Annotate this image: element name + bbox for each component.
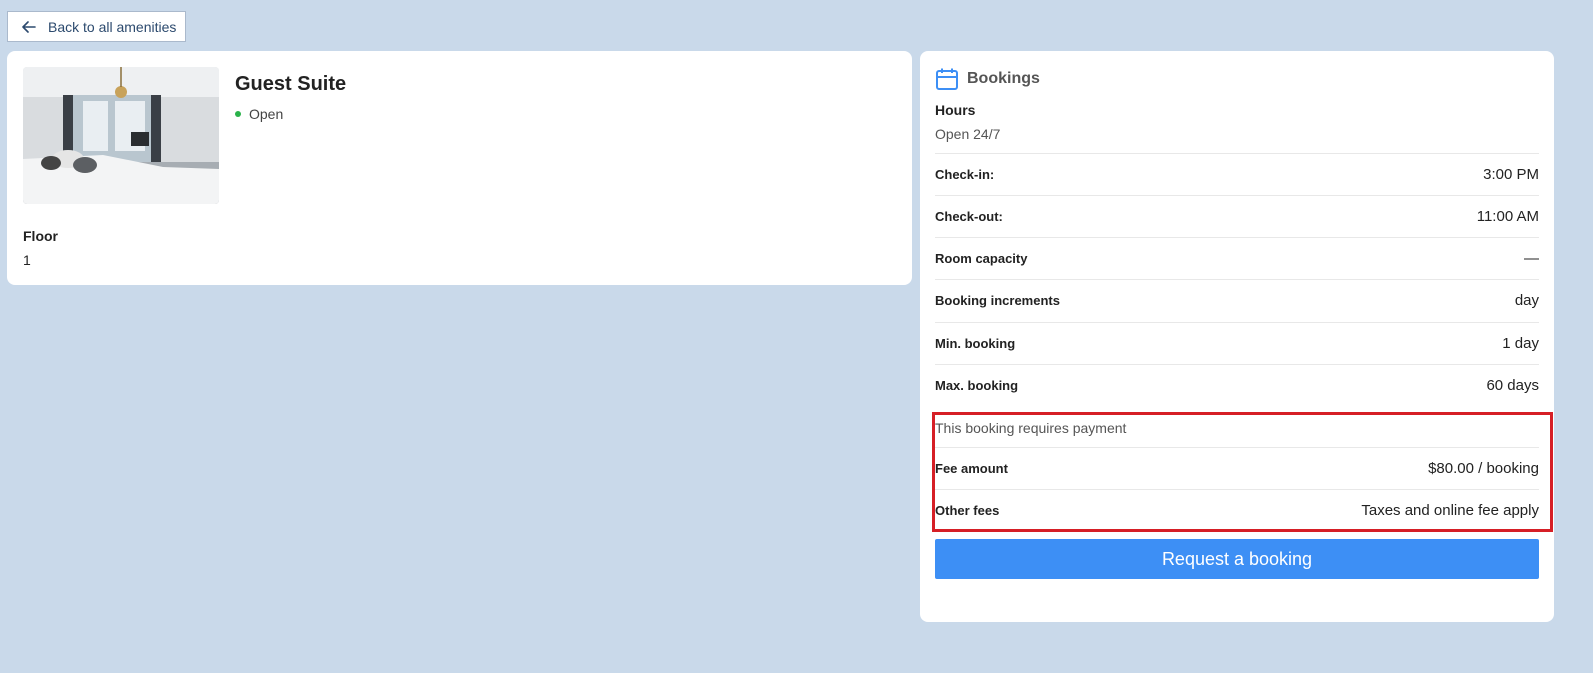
request-booking-button[interactable]: Request a booking bbox=[935, 539, 1539, 579]
status-label: Open bbox=[249, 106, 284, 122]
check-in-row: Check-in: 3:00 PM bbox=[935, 153, 1539, 195]
row-value: day bbox=[1514, 292, 1539, 309]
row-value: 1 day bbox=[1502, 335, 1539, 352]
max-booking-row: Max. booking 60 days bbox=[935, 364, 1539, 406]
hours-label: Hours bbox=[935, 102, 976, 118]
row-value: 60 days bbox=[1486, 377, 1539, 394]
fee-amount-row: Fee amount $80.00 / booking bbox=[935, 447, 1539, 489]
back-button-label: Back to all amenities bbox=[48, 18, 177, 35]
bookings-card: Bookings Hours Open 24/7 Check-in: 3:00 … bbox=[920, 51, 1554, 622]
back-to-amenities-button[interactable]: Back to all amenities bbox=[7, 11, 186, 42]
booking-increments-row: Booking increments day bbox=[935, 279, 1539, 321]
room-capacity-row: Room capacity — bbox=[935, 237, 1539, 279]
row-label: Fee amount bbox=[935, 461, 1008, 476]
row-label: Booking increments bbox=[935, 293, 1060, 308]
row-label: Check-out: bbox=[935, 209, 1003, 224]
check-out-row: Check-out: 11:00 AM bbox=[935, 195, 1539, 237]
row-value: Taxes and online fee apply bbox=[1361, 502, 1539, 519]
row-label: Max. booking bbox=[935, 378, 1019, 393]
other-fees-row: Other fees Taxes and online fee apply bbox=[935, 489, 1539, 531]
row-label: Room capacity bbox=[935, 251, 1028, 266]
amenity-photo bbox=[23, 67, 219, 204]
bookings-header: Bookings bbox=[935, 67, 1040, 91]
arrow-left-icon bbox=[22, 19, 40, 35]
row-value: — bbox=[1524, 250, 1539, 267]
row-label: Other fees bbox=[935, 503, 1000, 518]
row-value: 3:00 PM bbox=[1483, 166, 1539, 183]
row-value: 11:00 AM bbox=[1476, 208, 1539, 225]
payment-note: This booking requires payment bbox=[935, 420, 1127, 436]
row-label: Check-in: bbox=[935, 167, 995, 182]
min-booking-row: Min. booking 1 day bbox=[935, 322, 1539, 364]
bookings-heading: Bookings bbox=[967, 70, 1040, 87]
calendar-icon bbox=[935, 67, 959, 91]
status-dot-icon bbox=[235, 111, 241, 117]
amenity-title: Guest Suite bbox=[235, 73, 347, 95]
amenity-status: Open bbox=[235, 106, 283, 122]
floor-label: Floor bbox=[23, 228, 58, 244]
hours-value: Open 24/7 bbox=[935, 126, 1001, 142]
row-value: $80.00 / booking bbox=[1428, 460, 1539, 477]
floor-value: 1 bbox=[23, 252, 31, 268]
row-label: Min. booking bbox=[935, 336, 1016, 351]
amenity-details-card: Guest Suite Open Floor 1 bbox=[7, 51, 912, 285]
